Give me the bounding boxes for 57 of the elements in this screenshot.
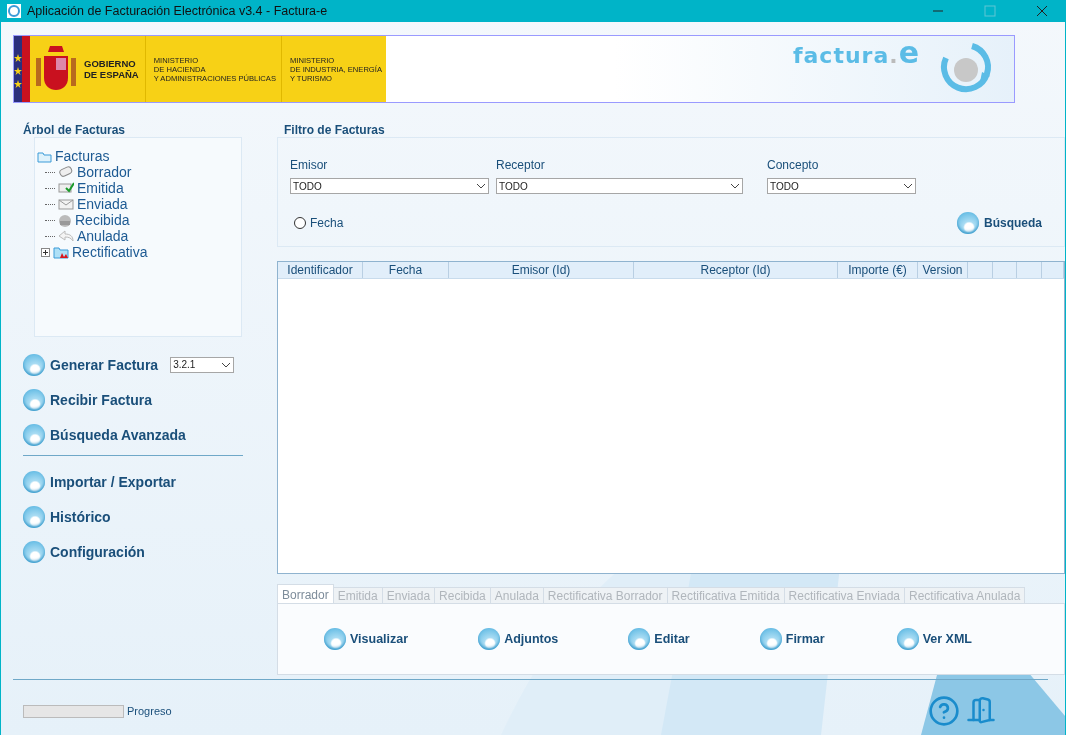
action-button[interactable]: Firmar	[759, 628, 825, 650]
expander-icon[interactable]	[41, 247, 50, 257]
app-logo-icon	[7, 4, 21, 18]
government-text: DE ESPAÑA	[84, 69, 139, 80]
folder-icon	[37, 149, 52, 163]
bubble-icon	[23, 353, 45, 376]
tree-item[interactable]: Enviada	[77, 196, 128, 212]
action-button[interactable]: Adjuntos	[478, 628, 559, 650]
envelope-icon	[58, 198, 74, 210]
field-label: Concepto	[767, 158, 820, 172]
progress-label: Progreso	[127, 705, 172, 717]
tree-item[interactable]: Emitida	[77, 180, 124, 196]
inbox-icon	[58, 213, 72, 227]
column-header[interactable]: Identificador	[278, 262, 363, 278]
tab[interactable]: Borrador	[277, 584, 334, 604]
window-title: Aplicación de Facturación Electrónica v3.4 - Factura-e	[27, 4, 329, 18]
tree-item[interactable]: Recibida	[75, 212, 130, 228]
menu-button[interactable]: Generar Factura	[23, 353, 159, 376]
bubble-icon	[23, 505, 45, 528]
government-text: GOBIERNO	[84, 58, 137, 69]
envelope-check-icon	[58, 182, 74, 194]
help-icon[interactable]	[928, 695, 960, 727]
column-header[interactable]: Importe (€)	[838, 262, 918, 278]
field-label: Receptor	[496, 158, 546, 172]
action-button[interactable]: Editar	[628, 628, 690, 650]
action-button[interactable]: Visualizar	[324, 628, 409, 650]
menu-button[interactable]: Configuración	[23, 540, 145, 563]
filter-title: Filtro de Facturas	[284, 123, 386, 137]
bubble-icon	[23, 423, 45, 446]
version-select[interactable]: 3.2.1	[170, 356, 235, 373]
field-label: Emisor	[290, 158, 329, 172]
folder-error-icon	[53, 245, 69, 259]
bubble-icon	[23, 540, 45, 563]
eraser-icon	[58, 166, 74, 178]
menu-button[interactable]: Búsqueda Avanzada	[23, 423, 186, 446]
menu-button[interactable]: Recibir Factura	[23, 388, 152, 411]
menu-button[interactable]: Histórico	[23, 505, 111, 528]
tree-title: Árbol de Facturas	[23, 123, 127, 137]
column-header[interactable]: Version	[918, 262, 968, 278]
dropdown-field[interactable]: TODO	[767, 178, 916, 194]
search-button[interactable]: Búsqueda	[957, 212, 1042, 234]
reply-arrow-icon	[58, 230, 74, 242]
column-header[interactable]: Receptor (Id)	[634, 262, 838, 278]
action-button[interactable]: Ver XML	[896, 628, 972, 650]
logo-text: factura.e	[792, 42, 920, 68]
bubble-icon	[23, 388, 45, 411]
tree-item[interactable]: Anulada	[77, 228, 129, 244]
date-radio[interactable]: Fecha	[290, 216, 344, 230]
dropdown-field[interactable]: TODO	[290, 178, 489, 194]
dropdown-field[interactable]: TODO	[496, 178, 743, 194]
tree-item[interactable]: Borrador	[77, 164, 132, 180]
column-header[interactable]: Emisor (Id)	[449, 262, 634, 278]
bubble-icon	[23, 470, 45, 493]
tree-item[interactable]: Rectificativa	[72, 244, 148, 260]
tree-item[interactable]: Facturas	[55, 148, 110, 164]
menu-button[interactable]: Importar / Exportar	[23, 470, 177, 493]
column-header[interactable]: Fecha	[363, 262, 449, 278]
